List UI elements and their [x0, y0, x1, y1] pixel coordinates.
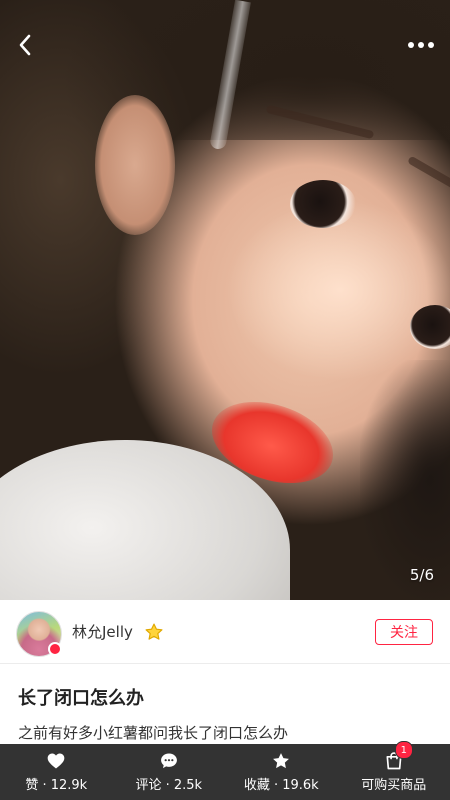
comment-bubble-icon: [160, 753, 177, 769]
photo-eye-right: [410, 305, 450, 349]
chevron-left-icon: [19, 34, 31, 56]
bottom-action-bar: 赞 · 12.9k 评论 · 2.5k 收藏 · 19.6k 1 可购买商品: [0, 741, 450, 800]
star-outline-icon: [273, 753, 290, 769]
post-photo[interactable]: 5/6: [0, 0, 450, 600]
verified-badge-icon: [48, 642, 62, 656]
author-name[interactable]: 林允Jelly: [72, 621, 133, 642]
comment-count-label: 评论 · 2.5k: [135, 778, 203, 793]
more-button[interactable]: [404, 30, 438, 60]
photo-ear-region: [95, 95, 175, 235]
follow-button[interactable]: 关注: [375, 619, 433, 645]
photo-hair-right-region: [360, 360, 450, 600]
photo-eye-left: [290, 180, 356, 228]
photo-brow-right: [407, 155, 450, 193]
cart-count-badge: 1: [394, 741, 413, 759]
shop-products-button[interactable]: 1 可购买商品: [338, 741, 450, 800]
shop-products-label: 可购买商品: [361, 778, 427, 793]
heart-icon: [47, 753, 65, 769]
like-button[interactable]: 赞 · 12.9k: [0, 744, 113, 800]
star-icon: [145, 623, 163, 640]
comment-button[interactable]: 评论 · 2.5k: [113, 744, 226, 800]
more-dots-icon: [408, 42, 434, 48]
collect-count-label: 收藏 · 19.6k: [243, 778, 319, 793]
post-body: 之前有好多小红薯都问我长了闭口怎么办: [18, 724, 289, 742]
collect-button[interactable]: 收藏 · 19.6k: [225, 744, 338, 800]
post-title: 长了闭口怎么办: [18, 688, 144, 709]
author-row: 林允Jelly 关注: [0, 600, 450, 664]
shopping-bag-icon-wrap: 1: [384, 741, 413, 771]
like-count-label: 赞 · 12.9k: [25, 778, 88, 793]
page-indicator: 5/6: [409, 566, 434, 584]
back-button[interactable]: [10, 30, 40, 60]
